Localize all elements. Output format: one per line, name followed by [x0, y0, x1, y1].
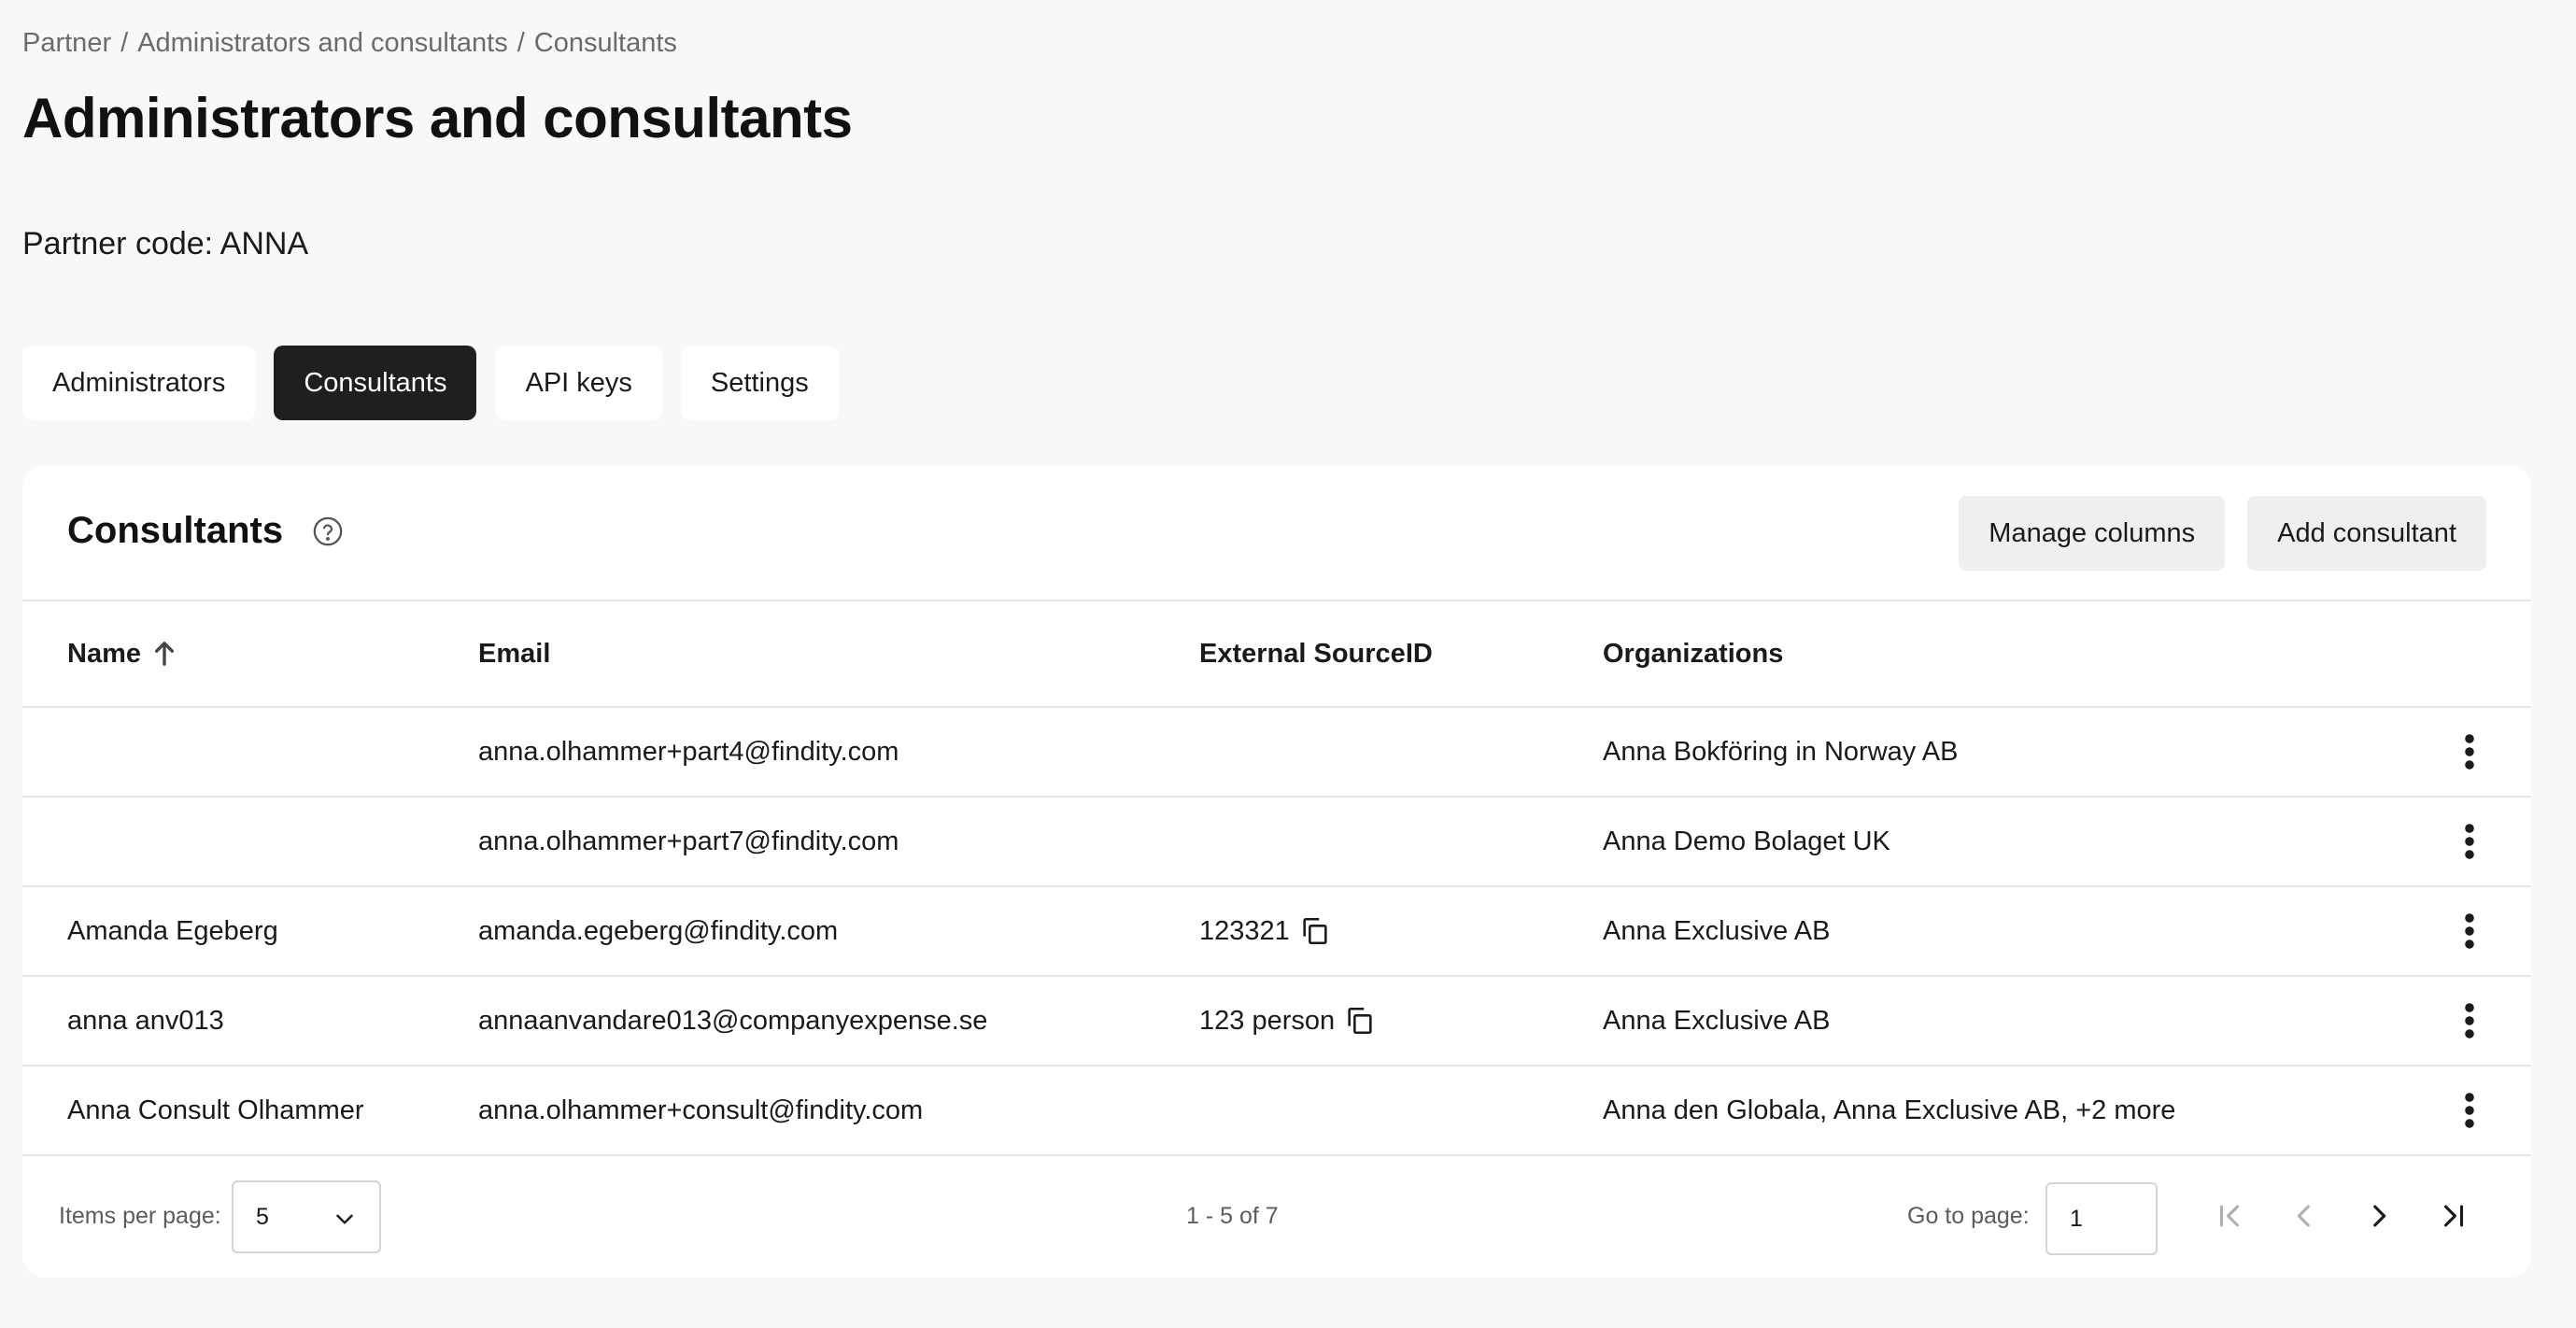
consultants-card: Consultants Manage columns Add consultan…	[22, 465, 2531, 1278]
cell-name: Anna Consult Olhammer	[67, 1095, 364, 1125]
first-page-button[interactable]	[2202, 1184, 2257, 1248]
table-row[interactable]: anna.olhammer+part4@findity.com Anna Bok…	[22, 708, 2531, 798]
table-header-row: Name Email External SourceID Organizatio…	[22, 601, 2531, 708]
card-title: Consultants	[67, 510, 284, 551]
card-actions: Manage columns Add consultant	[1959, 496, 2486, 571]
cell-email: anna.olhammer+part7@findity.com	[478, 826, 899, 856]
card-header: Consultants Manage columns Add consultan…	[22, 465, 2531, 601]
tab-administrators[interactable]: Administrators	[22, 346, 256, 420]
table-row[interactable]: anna anv013 annaanvandare013@companyexpe…	[22, 977, 2531, 1067]
pager-buttons	[2202, 1184, 2481, 1248]
pagination-bar: Items per page: 5 1 - 5 of 7 Go to page:	[22, 1156, 2531, 1276]
breadcrumb-item-consultants: Consultants	[533, 28, 677, 58]
tab-settings[interactable]: Settings	[680, 346, 839, 420]
tab-consultants[interactable]: Consultants	[274, 346, 477, 420]
partner-code: Partner code: ANNA	[22, 226, 309, 261]
cell-email: anna.olhammer+part4@findity.com	[478, 736, 899, 767]
column-header-external-source-id[interactable]: External SourceID	[1199, 601, 1433, 706]
cell-external-source-id: 123 person	[1199, 977, 1376, 1065]
breadcrumb-separator: /	[120, 28, 129, 58]
items-per-page-value: 5	[256, 1203, 269, 1230]
column-header-email[interactable]: Email	[478, 601, 550, 706]
help-circle-icon[interactable]	[312, 516, 344, 547]
manage-columns-button[interactable]: Manage columns	[1959, 496, 2226, 571]
page: Partner / Administrators and consultants…	[0, 0, 2576, 1328]
cell-organizations: Anna Bokföring in Norway AB	[1603, 736, 1959, 767]
page-title: Administrators and consultants	[22, 87, 853, 149]
cell-email: anna.olhammer+consult@findity.com	[478, 1095, 924, 1125]
kebab-menu-icon	[2465, 913, 2474, 949]
table-row[interactable]: Amanda Egeberg amanda.egeberg@findity.co…	[22, 887, 2531, 977]
breadcrumb: Partner / Administrators and consultants…	[22, 28, 677, 59]
cell-email: amanda.egeberg@findity.com	[478, 915, 839, 946]
external-source-id-value: 123321	[1199, 915, 1290, 946]
breadcrumb-item-partner[interactable]: Partner	[22, 28, 111, 59]
table-row[interactable]: Anna Consult Olhammer anna.olhammer+cons…	[22, 1067, 2531, 1156]
cell-organizations: Anna den Globala, Anna Exclusive AB, +2 …	[1603, 1095, 2176, 1125]
table-row[interactable]: anna.olhammer+part7@findity.com Anna Dem…	[22, 798, 2531, 887]
row-menu-button[interactable]	[2432, 977, 2507, 1065]
row-menu-button[interactable]	[2432, 1067, 2507, 1154]
row-menu-button[interactable]	[2432, 887, 2507, 975]
kebab-menu-icon	[2465, 734, 2474, 770]
column-header-name[interactable]: Name	[67, 601, 177, 706]
add-consultant-button[interactable]: Add consultant	[2247, 496, 2486, 571]
cell-organizations: Anna Demo Bolaget UK	[1603, 826, 1890, 856]
cell-name: anna anv013	[67, 1005, 224, 1036]
breadcrumb-separator: /	[517, 28, 525, 58]
cell-name: Amanda Egeberg	[67, 915, 278, 946]
items-per-page-select[interactable]: 5	[232, 1180, 381, 1253]
last-page-button[interactable]	[2427, 1184, 2481, 1248]
chevron-right-icon	[2373, 1205, 2386, 1227]
external-source-id-value: 123 person	[1199, 1005, 1336, 1036]
copy-icon[interactable]	[1299, 915, 1331, 947]
cell-external-source-id: 123321	[1199, 887, 1331, 975]
next-page-button[interactable]	[2352, 1184, 2406, 1248]
tab-api-keys[interactable]: API keys	[495, 346, 662, 420]
last-page-icon	[2443, 1205, 2464, 1227]
cell-organizations: Anna Exclusive AB	[1603, 915, 1831, 946]
items-per-page-label: Items per page:	[59, 1202, 221, 1229]
kebab-menu-icon	[2465, 824, 2474, 859]
tab-bar: Administrators Consultants API keys Sett…	[22, 346, 839, 420]
kebab-menu-icon	[2465, 1093, 2474, 1128]
chevron-down-icon	[336, 1214, 353, 1224]
first-page-icon	[2219, 1205, 2240, 1227]
go-to-page-label: Go to page:	[1907, 1202, 2030, 1229]
cell-email: annaanvandare013@companyexpense.se	[478, 1005, 988, 1036]
breadcrumb-item-administrators-and-consultants[interactable]: Administrators and consultants	[137, 28, 508, 59]
previous-page-button[interactable]	[2277, 1184, 2331, 1248]
copy-icon[interactable]	[1344, 1005, 1376, 1037]
chevron-left-icon	[2297, 1205, 2310, 1227]
arrow-up-icon	[154, 642, 175, 666]
go-to-page-input[interactable]	[2045, 1182, 2158, 1255]
column-header-name-label: Name	[67, 638, 141, 669]
consultants-table: Name Email External SourceID Organizatio…	[22, 601, 2531, 1156]
cell-organizations: Anna Exclusive AB	[1603, 1005, 1831, 1036]
pagination-range: 1 - 5 of 7	[1186, 1202, 1279, 1229]
row-menu-button[interactable]	[2432, 798, 2507, 885]
kebab-menu-icon	[2465, 1003, 2474, 1038]
column-header-organizations[interactable]: Organizations	[1603, 601, 1783, 706]
row-menu-button[interactable]	[2432, 708, 2507, 796]
